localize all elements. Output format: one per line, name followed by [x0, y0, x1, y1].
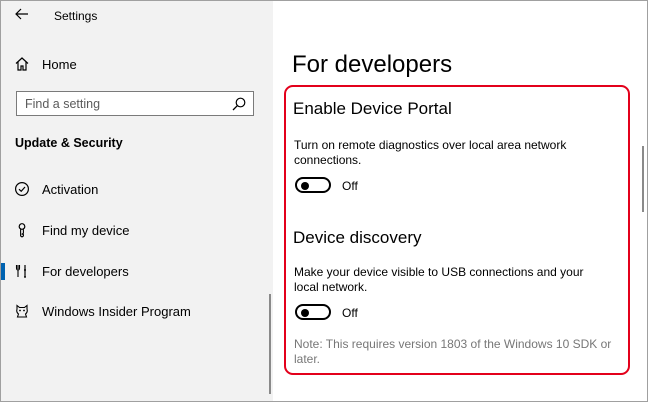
search-icon[interactable]: [231, 96, 247, 112]
toggle-knob: [301, 182, 309, 190]
device-discovery-toggle-state: Off: [342, 306, 358, 320]
person-pin-icon: [13, 221, 31, 239]
sidebar-item-for-developers[interactable]: For developers: [1, 254, 273, 288]
toggle-knob: [301, 309, 309, 317]
sidebar-item-label: For developers: [42, 263, 129, 279]
window-title: Settings: [54, 9, 98, 23]
content-scrollbar[interactable]: [642, 146, 644, 212]
developer-tools-icon: [13, 262, 31, 280]
home-label: Home: [42, 56, 77, 72]
sidebar-item-label: Activation: [42, 181, 99, 197]
insider-cat-icon: [13, 302, 31, 320]
sidebar: Home Update & Security Activation Find m…: [1, 1, 273, 401]
sidebar-item-label: Windows Insider Program: [42, 303, 191, 319]
sdk-requirement-note: Note: This requires version 1803 of the …: [294, 337, 612, 366]
device-discovery-description: Make your device visible to USB connecti…: [294, 265, 584, 294]
home-icon: [13, 55, 31, 73]
search-input[interactable]: [17, 92, 227, 115]
check-circle-icon: [13, 180, 31, 198]
device-portal-toggle-state: Off: [342, 179, 358, 193]
main-content: For developers Enable Device Portal Turn…: [273, 1, 647, 401]
device-portal-description: Turn on remote diagnostics over local ar…: [294, 138, 567, 167]
sidebar-item-find-my-device[interactable]: Find my device: [1, 213, 273, 247]
sidebar-item-windows-insider-program[interactable]: Windows Insider Program: [1, 294, 273, 328]
device-portal-toggle[interactable]: [295, 177, 331, 193]
device-portal-title: Enable Device Portal: [293, 99, 452, 118]
device-discovery-toggle[interactable]: [295, 304, 331, 320]
sidebar-item-activation[interactable]: Activation: [1, 172, 273, 206]
settings-window: Home Update & Security Activation Find m…: [0, 0, 648, 402]
selected-indicator: [1, 263, 5, 280]
page-title: For developers: [292, 51, 453, 78]
sidebar-scrollbar[interactable]: [269, 294, 271, 394]
device-discovery-title: Device discovery: [293, 228, 422, 247]
home-nav-item[interactable]: Home: [1, 49, 273, 79]
sidebar-item-label: Find my device: [42, 222, 130, 238]
section-heading: Update & Security: [15, 136, 123, 150]
back-arrow-icon: [15, 7, 29, 25]
back-button[interactable]: [9, 4, 35, 28]
search-box[interactable]: [16, 91, 254, 116]
